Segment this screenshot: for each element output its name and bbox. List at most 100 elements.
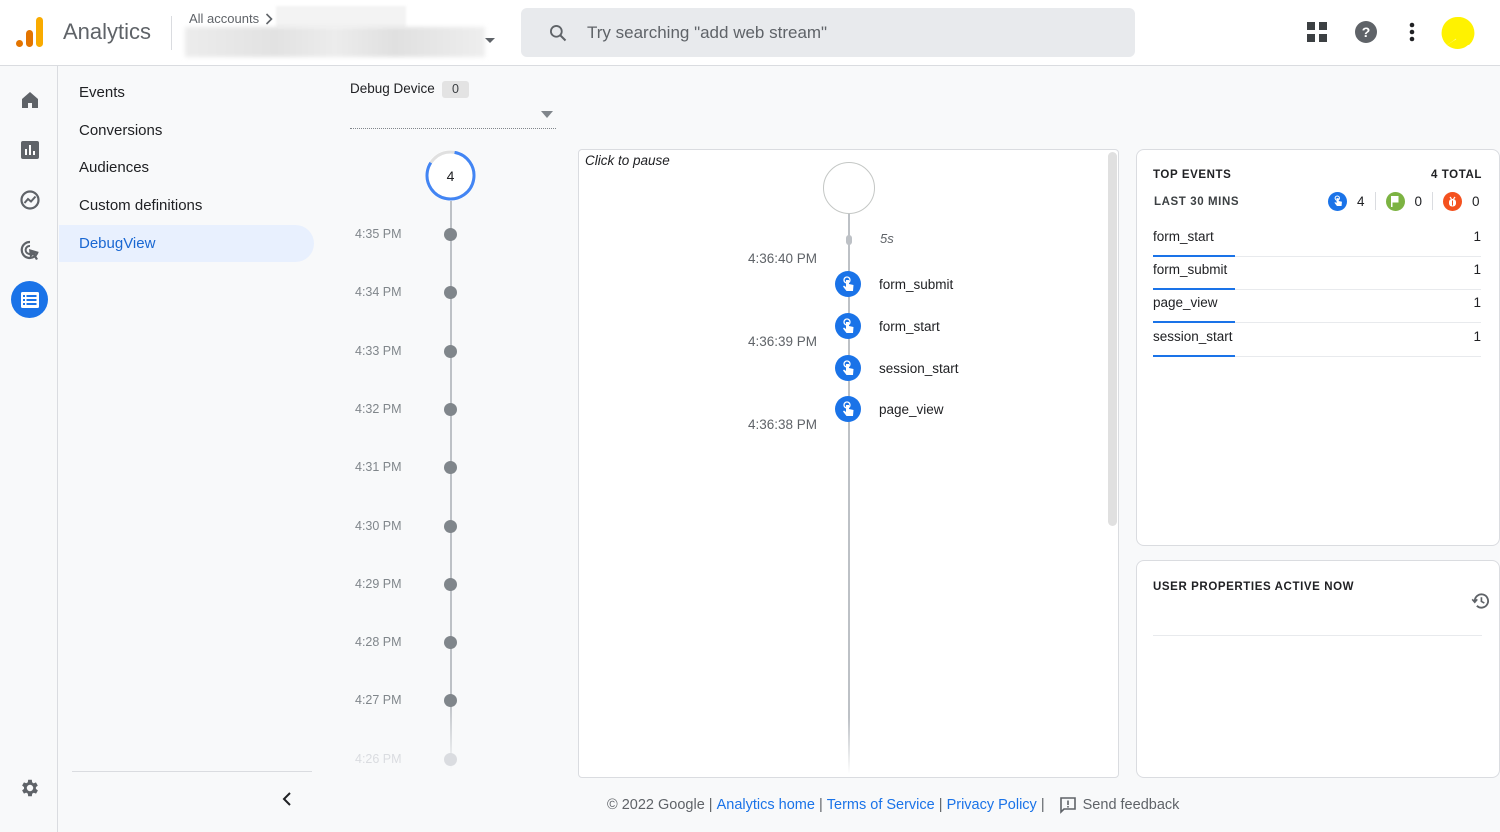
analytics-home-link[interactable]: Analytics home — [717, 797, 815, 813]
more-options-button[interactable] — [1400, 20, 1424, 44]
errors-count[interactable]: 0 — [1443, 191, 1480, 211]
configure-subnav: Events Conversions Audiences Custom defi… — [59, 66, 324, 832]
help-button[interactable]: ? — [1354, 20, 1378, 44]
send-feedback-button[interactable]: Send feedback — [1059, 796, 1180, 814]
minute-row[interactable]: 4:34 PM — [340, 283, 470, 303]
privacy-policy-link[interactable]: Privacy Policy — [947, 797, 1037, 813]
explore-trend-icon — [19, 189, 40, 210]
touch-icon — [835, 313, 861, 339]
subnav-item-events[interactable]: Events — [59, 74, 314, 111]
minute-row[interactable]: 4:27 PM — [340, 691, 470, 711]
subnav-item-debugview[interactable]: DebugView — [59, 225, 314, 262]
subnav-divider — [72, 771, 312, 772]
rail-item-explore[interactable] — [11, 181, 48, 218]
apps-grid-button[interactable] — [1305, 20, 1329, 44]
top-event-row[interactable]: page_view 1 — [1153, 290, 1481, 323]
breadcrumb[interactable]: All accounts — [189, 11, 273, 26]
history-button[interactable] — [1470, 590, 1492, 612]
stream-event-name[interactable]: form_start — [879, 319, 940, 334]
top-event-count: 1 — [1473, 229, 1481, 244]
top-event-name[interactable]: form_submit — [1153, 262, 1227, 277]
top-app-bar: Analytics All accounts ? — [0, 0, 1500, 66]
subnav-item-conversions[interactable]: Conversions — [59, 112, 314, 149]
top-event-name[interactable]: page_view — [1153, 295, 1218, 310]
search-bar[interactable] — [521, 8, 1135, 57]
minute-row[interactable]: 4:35 PM — [340, 225, 470, 245]
bug-icon — [1443, 191, 1463, 211]
top-event-count: 1 — [1473, 262, 1481, 277]
subnav-item-audiences[interactable]: Audiences — [59, 149, 314, 186]
stream-event[interactable]: page_view — [835, 396, 944, 422]
footer-separator: | — [814, 797, 827, 813]
minute-row[interactable]: 4:31 PM — [340, 458, 470, 478]
debug-device-select[interactable] — [350, 100, 556, 129]
minute-row[interactable]: 4:32 PM — [340, 400, 470, 420]
divider — [1432, 192, 1434, 210]
top-event-row[interactable]: session_start 1 — [1153, 324, 1481, 357]
top-events-period: LAST 30 MINS — [1154, 196, 1240, 208]
flag-icon — [1385, 191, 1405, 211]
help-icon: ? — [1355, 21, 1377, 43]
top-event-row[interactable]: form_submit 1 — [1153, 257, 1481, 290]
conversions-count[interactable]: 0 — [1385, 191, 1422, 211]
stream-event[interactable]: form_submit — [835, 271, 953, 297]
caret-down-icon[interactable] — [485, 38, 495, 43]
footer-separator: | — [934, 797, 947, 813]
minute-time: 4:26 PM — [355, 752, 402, 766]
minute-dot[interactable] — [444, 578, 457, 591]
minute-row[interactable]: 4:26 PM — [340, 750, 470, 770]
rail-item-home[interactable] — [11, 81, 48, 118]
stream-event-name[interactable]: session_start — [879, 361, 959, 376]
minute-dot[interactable] — [444, 694, 457, 707]
interval-label: 5s — [880, 231, 894, 246]
top-event-name[interactable]: session_start — [1153, 329, 1233, 344]
minute-dot[interactable] — [444, 403, 457, 416]
user-properties-title: USER PROPERTIES ACTIVE NOW — [1153, 581, 1355, 593]
send-feedback-label[interactable]: Send feedback — [1083, 797, 1180, 813]
caret-down-icon[interactable] — [541, 111, 553, 118]
click-to-pause-label[interactable]: Click to pause — [585, 153, 670, 168]
debug-device-count-badge: 0 — [442, 81, 469, 98]
bar-chart-icon — [20, 140, 39, 159]
minute-time: 4:35 PM — [355, 227, 402, 241]
minute-row[interactable]: 4:30 PM — [340, 517, 470, 537]
property-picker[interactable] — [185, 27, 485, 57]
minute-dot[interactable] — [444, 461, 457, 474]
settings-button[interactable] — [11, 769, 48, 806]
minute-dot[interactable] — [444, 345, 457, 358]
interval-tick — [846, 235, 852, 245]
seconds-stream-panel[interactable]: Click to pause 5s 4:36:40 PM 4:36:39 PM … — [578, 149, 1119, 778]
minute-dot[interactable] — [444, 228, 457, 241]
terms-of-service-link[interactable]: Terms of Service — [827, 797, 935, 813]
app-name[interactable]: Analytics — [63, 19, 151, 45]
search-input[interactable] — [587, 22, 1107, 43]
minute-row[interactable]: 4:29 PM — [340, 575, 470, 595]
minute-dot[interactable] — [444, 636, 457, 649]
breadcrumb-all-accounts[interactable]: All accounts — [189, 11, 259, 26]
rail-item-configure[interactable] — [11, 281, 48, 318]
stream-event[interactable]: session_start — [835, 355, 959, 381]
minute-event-count: 4 — [446, 167, 455, 184]
stream-event-name[interactable]: page_view — [879, 402, 944, 417]
collapse-nav-button[interactable] — [277, 787, 297, 811]
minute-dot[interactable] — [444, 286, 457, 299]
user-properties-card: USER PROPERTIES ACTIVE NOW — [1136, 560, 1500, 778]
debug-device-label: Debug Device — [350, 81, 435, 96]
top-event-name[interactable]: form_start — [1153, 229, 1214, 244]
stream-event-name[interactable]: form_submit — [879, 277, 953, 292]
current-minute-counter[interactable]: 4 — [425, 150, 476, 201]
events-count[interactable]: 4 — [1328, 191, 1365, 211]
stream-event[interactable]: form_start — [835, 313, 940, 339]
minute-row[interactable]: 4:33 PM — [340, 342, 470, 362]
stream-scrollbar[interactable] — [1108, 152, 1117, 526]
analytics-logo[interactable] — [16, 17, 44, 47]
subnav-item-custom-definitions[interactable]: Custom definitions — [59, 187, 314, 224]
account-avatar[interactable] — [1441, 16, 1475, 50]
minute-row[interactable]: 4:28 PM — [340, 633, 470, 653]
minute-dot[interactable] — [444, 520, 457, 533]
minute-time: 4:31 PM — [355, 460, 402, 474]
rail-item-reports[interactable] — [11, 131, 48, 168]
minute-dot[interactable] — [444, 753, 457, 766]
top-event-row[interactable]: form_start 1 — [1153, 224, 1481, 257]
rail-item-advertising[interactable] — [11, 231, 48, 268]
